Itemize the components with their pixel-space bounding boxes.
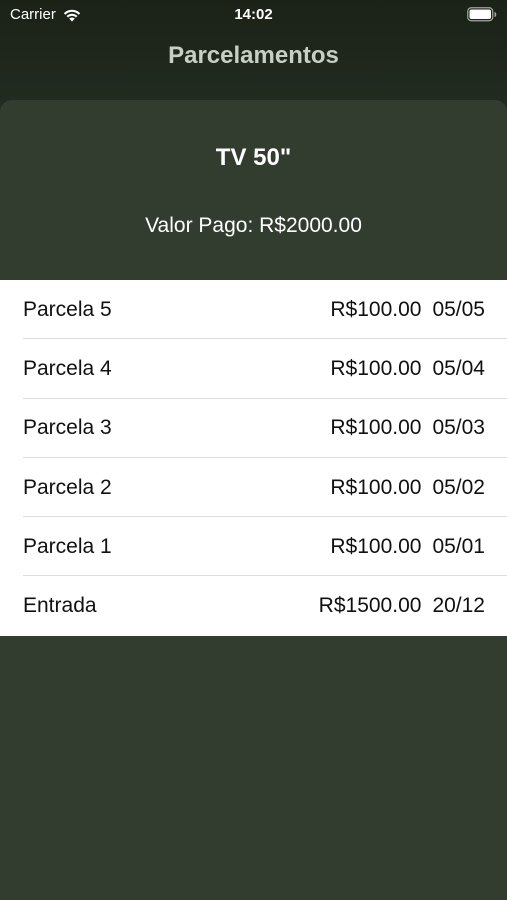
installment-row[interactable]: Parcela 1 R$100.00 05/01 (0, 517, 507, 577)
installment-row[interactable]: Parcela 3 R$100.00 05/03 (0, 399, 507, 459)
installment-amount: R$100.00 (330, 297, 422, 321)
installment-amount: R$100.00 (330, 534, 422, 558)
installment-date: 05/04 (432, 356, 485, 380)
installment-date: 20/12 (432, 594, 485, 618)
installment-label: Parcela 3 (23, 416, 112, 440)
paid-value: Valor Pago: R$2000.00 (145, 214, 362, 237)
installment-date: 05/01 (432, 534, 485, 558)
installment-label: Parcela 5 (23, 297, 112, 321)
installment-list: Parcela 5 R$100.00 05/05 Parcela 4 R$100… (0, 280, 507, 636)
nav-title: Parcelamentos (168, 42, 339, 69)
installment-row[interactable]: Parcela 2 R$100.00 05/02 (0, 458, 507, 518)
installment-label: Entrada (23, 594, 97, 618)
installment-amount: R$1500.00 (318, 594, 422, 618)
status-bar: Carrier 14:02 (0, 0, 507, 30)
installment-date: 05/05 (432, 297, 485, 321)
installment-row[interactable]: Parcela 5 R$100.00 05/05 (0, 280, 507, 340)
installment-amount: R$100.00 (330, 356, 422, 380)
installment-row[interactable]: Parcela 4 R$100.00 05/04 (0, 339, 507, 399)
status-time: 14:02 (234, 6, 273, 23)
installment-label: Parcela 4 (23, 356, 112, 380)
installment-label: Parcela 2 (23, 475, 112, 499)
installment-label: Parcela 1 (23, 534, 112, 558)
installment-amount: R$100.00 (330, 416, 422, 440)
screen: Carrier 14:02 Parcelamentos TV 50" Valor… (0, 0, 507, 900)
installment-row[interactable]: Entrada R$1500.00 20/12 (0, 576, 507, 635)
installment-date: 05/03 (432, 416, 485, 440)
product-title: TV 50" (215, 144, 292, 171)
installment-date: 05/02 (432, 475, 485, 499)
battery-icon (467, 7, 497, 22)
installment-amount: R$100.00 (330, 475, 422, 499)
